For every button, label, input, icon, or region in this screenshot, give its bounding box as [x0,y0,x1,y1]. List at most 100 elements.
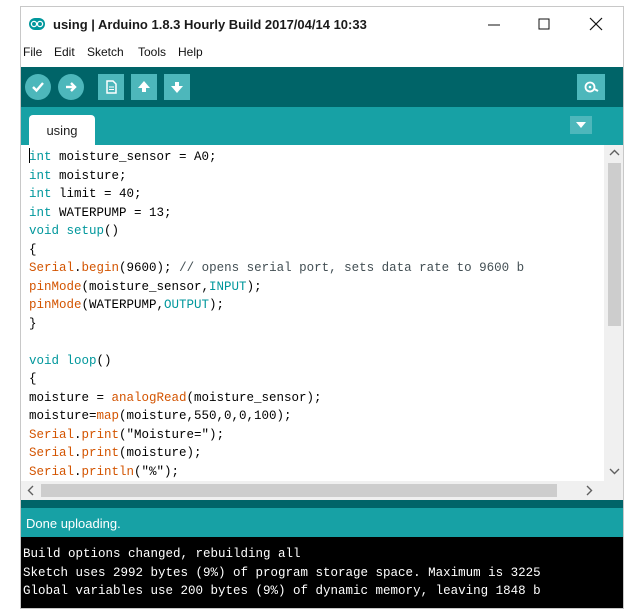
code-token: . [74,261,82,275]
editor-console-divider[interactable] [21,500,623,508]
menu-sketch[interactable]: Sketch [87,45,124,59]
arduino-logo-icon [29,18,45,30]
title-bar: using | Arduino 1.8.3 Hourly Build 2017/… [21,7,623,41]
code-token: moisture = [29,390,112,405]
upload-button[interactable] [58,74,84,100]
scroll-left-icon[interactable] [26,485,36,496]
new-icon [106,80,117,94]
maximize-icon[interactable] [534,15,554,33]
tab-menu-button[interactable] [570,116,592,134]
save-icon [171,82,183,93]
code-token: { [29,372,37,386]
console-line: Global variables use 200 bytes (9%) of d… [23,584,541,598]
code-token: (moisture); [119,446,202,460]
code-token: (moisture_sensor); [186,390,322,405]
new-button[interactable] [98,74,124,100]
code-line: int WATERPUMP = 13; [29,204,172,222]
horizontal-scrollbar[interactable] [21,481,604,500]
code-line: moisture = analogRead(moisture_sensor); [29,389,322,407]
code-token: print [81,427,120,442]
code-token: moisture_sensor = A0; [51,150,217,164]
scroll-up-icon[interactable] [609,148,620,158]
code-editor[interactable]: int moisture_sensor = A0; int moisture; in… [21,145,623,500]
console-line: Build options changed, rebuilding all [23,547,301,561]
menu-tools[interactable]: Tools [138,45,166,59]
close-icon[interactable] [586,15,606,33]
scroll-right-icon[interactable] [584,485,594,496]
code-token: print [81,446,120,460]
code-token: void [29,353,60,368]
code-token: void [29,224,60,238]
code-token: Serial [29,464,75,479]
code-line: int limit = 40; [29,185,142,203]
code-token: loop [66,353,97,368]
code-line: void setup() [29,222,119,240]
code-token: } [29,316,37,331]
minimize-icon[interactable] [484,15,504,33]
console-line: Sketch uses 2992 bytes (9%) of program s… [23,565,541,580]
code-token: int [29,168,52,183]
code-token: moisture= [29,409,97,423]
open-button[interactable] [131,74,157,100]
code-line: void loop() [29,352,112,370]
serial-monitor-icon [584,81,599,93]
code-token: int [29,205,52,220]
code-token: analogRead [111,390,187,405]
code-line: Serial.print("Moisture="); [29,426,224,444]
tabs-bar: using [21,107,623,145]
code-token: println [81,464,135,479]
code-line: Serial.println("%"); [29,463,179,481]
code-token: INPUT [209,279,247,294]
code-line: pinMode(moisture_sensor,INPUT); [29,278,262,296]
horizontal-scroll-thumb[interactable] [41,484,557,497]
code-token: () [96,353,112,368]
code-line: { [29,370,37,388]
code-token: Serial [29,427,75,442]
code-line: int moisture_sensor = A0; [29,148,217,166]
code-token: . [74,427,82,442]
code-token: int [29,187,52,201]
code-token: limit = 40; [51,187,142,201]
vertical-scroll-thumb[interactable] [608,163,621,326]
menu-file[interactable]: File [23,45,42,59]
code-line: } [29,315,37,333]
code-token: ("Moisture="); [119,427,225,442]
verify-icon [32,82,44,93]
code-token: moisture; [51,168,127,183]
code-token: pinMode [29,279,82,294]
serial-monitor-button[interactable] [577,74,605,100]
save-button[interactable] [164,74,190,100]
code-token: map [96,409,120,423]
vertical-scrollbar[interactable] [604,145,623,481]
window-title: using | Arduino 1.8.3 Hourly Build 2017/… [53,17,367,32]
code-line: Serial.begin(9600); // opens serial port… [29,259,524,277]
open-icon [138,81,150,92]
menu-help[interactable]: Help [178,45,203,59]
code-line: int moisture; [29,167,127,185]
code-token: Serial [29,261,75,275]
code-token: (WATERPUMP, [81,298,165,312]
toolbar [21,67,623,107]
code-token: begin [81,261,120,275]
code-line: { [29,241,37,259]
code-token: () [104,224,120,238]
upload-icon [66,82,77,92]
scrollbar-corner [604,481,623,500]
scroll-down-icon[interactable] [609,466,620,476]
menu-edit[interactable]: Edit [54,45,75,59]
code-area[interactable]: int moisture_sensor = A0; int moisture; in… [21,145,604,481]
code-token: int [29,150,52,164]
code-token: (moisture_sensor, [81,279,210,294]
code-token: ); [246,279,262,294]
code-line: Serial.print(moisture); [29,444,202,462]
code-token: ); [209,298,225,312]
status-bar: Done uploading. [21,508,623,537]
verify-button[interactable] [25,74,51,100]
output-console[interactable]: Build options changed, rebuilding all Ske… [21,537,623,608]
code-token: pinMode [29,298,82,312]
code-token: OUTPUT [164,298,210,312]
tab-using[interactable]: using [29,115,95,145]
code-token: (moisture,550,0,0,100); [119,409,292,423]
